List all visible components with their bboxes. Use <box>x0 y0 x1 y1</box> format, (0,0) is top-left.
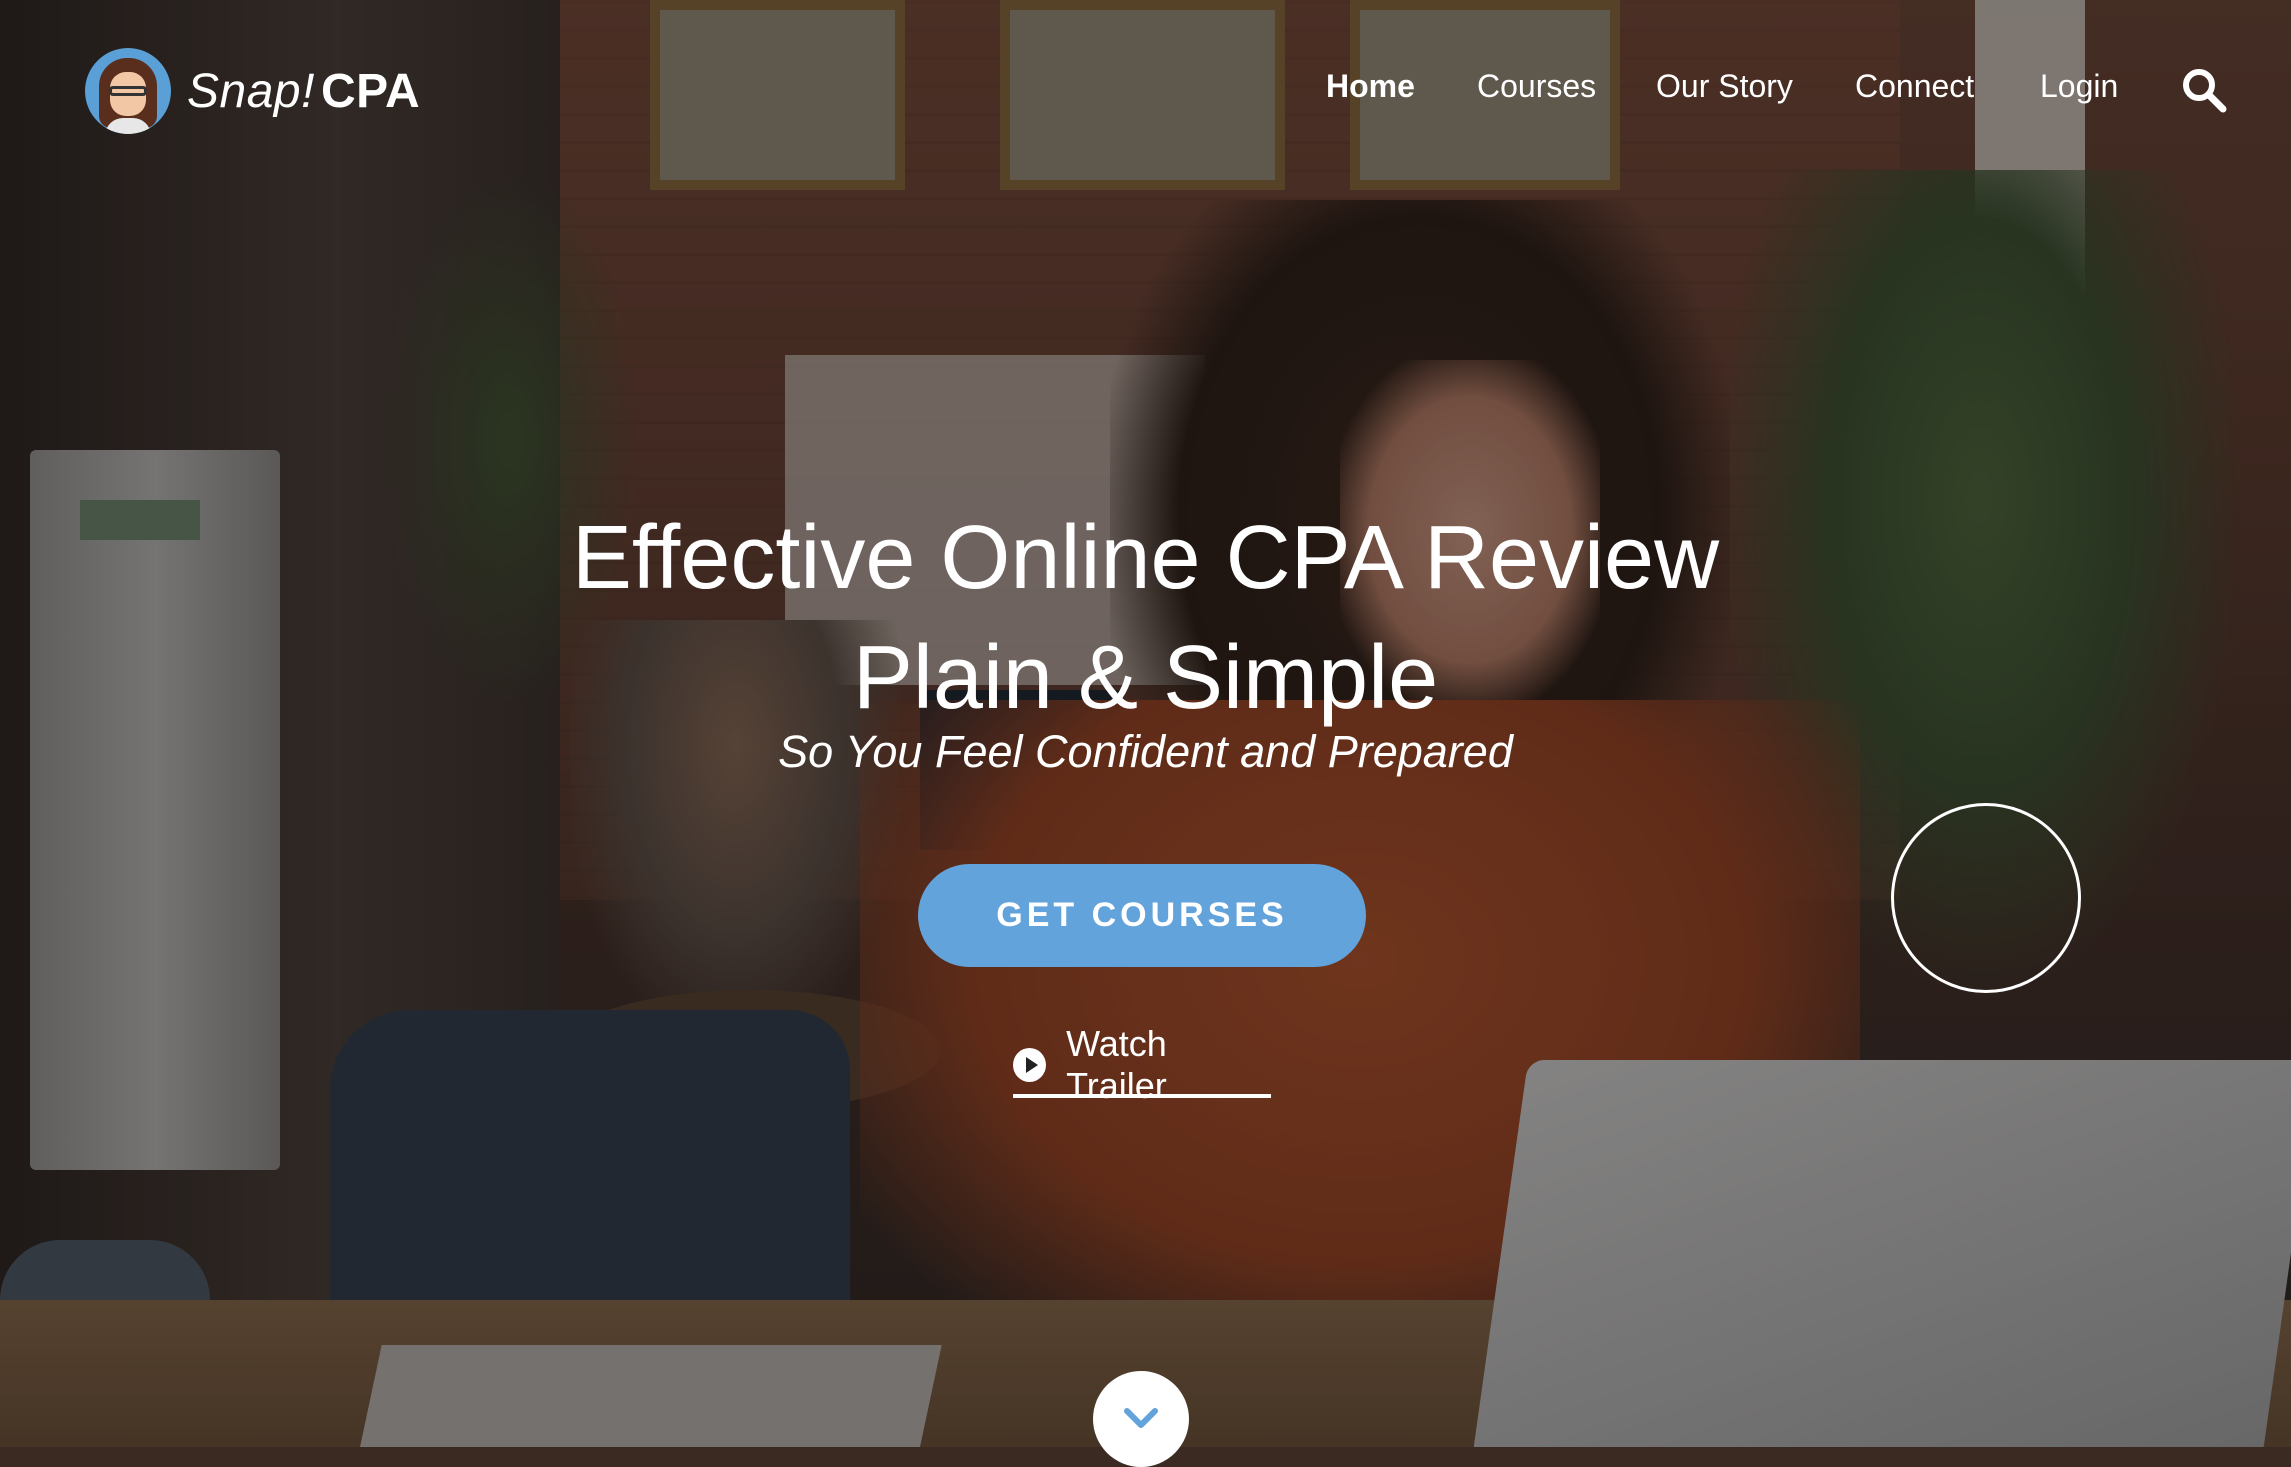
hero-subtitle: So You Feel Confident and Prepared <box>778 726 1513 777</box>
nav-connect[interactable]: Connect <box>1855 68 1974 105</box>
chevron-down-icon <box>1124 1408 1158 1428</box>
site-header: Snap! CPA Home Courses Our Story Connect … <box>0 0 2291 180</box>
hero-title: Effective Online CPA Review Plain & Simp… <box>0 498 2291 738</box>
watch-trailer-link[interactable]: Watch Trailer <box>1013 1023 1271 1106</box>
logo-wordmark: Snap! CPA <box>187 64 420 119</box>
nav-our-story[interactable]: Our Story <box>1656 68 1793 105</box>
logo-cpa-text: CPA <box>320 64 421 118</box>
play-circle-icon <box>1013 1048 1047 1082</box>
cursor-ring <box>1891 803 2081 993</box>
site-logo[interactable]: Snap! CPA <box>85 48 420 134</box>
nav-courses[interactable]: Courses <box>1477 68 1596 105</box>
search-icon[interactable] <box>2180 66 2228 114</box>
hero-title-line1: Effective Online CPA Review <box>571 508 1720 609</box>
scroll-down-button[interactable] <box>1093 1371 1189 1467</box>
nav-home[interactable]: Home <box>1326 68 1415 105</box>
avatar-cartoon-woman-icon <box>85 48 171 134</box>
logo-snap-text: Snap! <box>187 64 315 118</box>
nav-login[interactable]: Login <box>2040 68 2118 105</box>
hero-title-line2: Plain & Simple <box>852 628 1439 729</box>
watch-trailer-label: Watch Trailer <box>1066 1023 1167 1106</box>
get-courses-button[interactable]: GET COURSES <box>918 864 1366 967</box>
